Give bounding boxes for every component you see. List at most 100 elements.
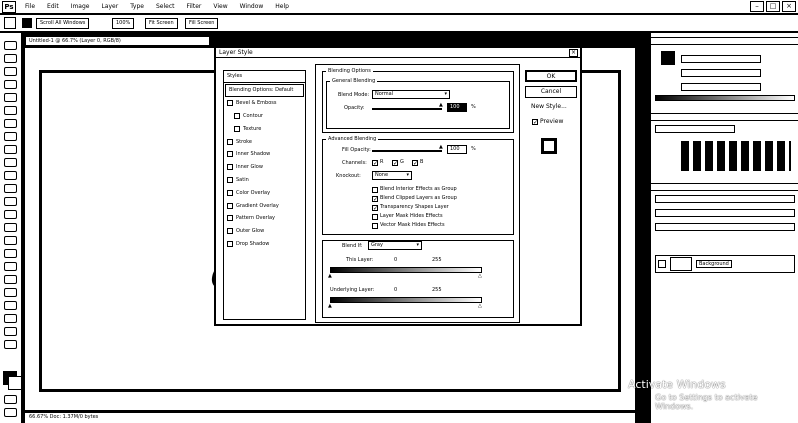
menu-edit[interactable]: Edit bbox=[41, 1, 65, 13]
fill-opacity-slider-thumb[interactable]: ▲ bbox=[439, 145, 443, 150]
layer-name[interactable]: Background bbox=[696, 260, 732, 268]
rotate-tool-icon[interactable] bbox=[4, 314, 17, 323]
style-checkbox[interactable] bbox=[227, 228, 233, 235]
healing-tool-icon[interactable] bbox=[4, 119, 17, 128]
underlying-white-slider[interactable]: △ bbox=[478, 304, 482, 309]
styles-header[interactable]: Styles bbox=[224, 71, 305, 83]
style-item-pattern-overlay[interactable]: Pattern Overlay bbox=[224, 212, 305, 225]
style-item-inner-shadow[interactable]: Inner Shadow bbox=[224, 148, 305, 161]
history-brush-tool-icon[interactable] bbox=[4, 158, 17, 167]
style-item-drop-shadow[interactable]: Drop Shadow bbox=[224, 238, 305, 251]
option-checkbox[interactable] bbox=[372, 222, 378, 229]
panel-tabs-layers[interactable] bbox=[651, 183, 798, 191]
maximize-button[interactable]: □ bbox=[766, 1, 780, 12]
color-ramp[interactable] bbox=[655, 95, 795, 101]
crop-tool-icon[interactable] bbox=[4, 93, 17, 102]
menu-filter[interactable]: Filter bbox=[181, 1, 208, 13]
opacity-slider-thumb[interactable]: ▲ bbox=[439, 103, 443, 108]
style-checkbox[interactable] bbox=[227, 164, 233, 171]
dodge-tool-icon[interactable] bbox=[4, 210, 17, 219]
stamp-tool-icon[interactable] bbox=[4, 145, 17, 154]
document-tab[interactable]: Untitled-1 @ 66.7% (Layer 0, RGB/8) bbox=[25, 36, 210, 46]
blend-if-select[interactable]: Gray ▾ bbox=[368, 241, 422, 250]
shape-tool-icon[interactable] bbox=[4, 262, 17, 271]
menu-layer[interactable]: Layer bbox=[95, 1, 124, 13]
layers-lock-row[interactable] bbox=[655, 223, 795, 231]
layers-blend-row[interactable] bbox=[655, 209, 795, 217]
adjustments-icons[interactable] bbox=[681, 141, 791, 171]
option-transparency-shapes-layer[interactable]: Transparency Shapes Layer bbox=[372, 204, 449, 211]
option-checkbox[interactable] bbox=[372, 195, 378, 202]
color-slider-g[interactable] bbox=[681, 69, 761, 77]
style-checkbox[interactable] bbox=[227, 138, 233, 145]
lasso-tool-icon[interactable] bbox=[4, 67, 17, 76]
menu-image[interactable]: Image bbox=[65, 1, 96, 13]
fill-opacity-slider[interactable] bbox=[372, 150, 442, 152]
panel-tabs-adjustments[interactable] bbox=[651, 113, 798, 121]
layer-row-background[interactable]: Background bbox=[655, 255, 795, 273]
zoom-tool-icon[interactable] bbox=[4, 288, 17, 297]
color-slider-b[interactable] bbox=[681, 83, 761, 91]
menu-file[interactable]: File bbox=[19, 1, 41, 13]
menu-view[interactable]: View bbox=[207, 1, 233, 13]
style-item-inner-glow[interactable]: Inner Glow bbox=[224, 161, 305, 174]
preview-checkbox-row[interactable]: Preview bbox=[532, 118, 563, 125]
menu-window[interactable]: Window bbox=[234, 1, 270, 13]
style-item-color-overlay[interactable]: Color Overlay bbox=[224, 186, 305, 199]
color-slider-r[interactable] bbox=[681, 55, 761, 63]
style-item-contour[interactable]: Contour bbox=[224, 110, 305, 123]
style-checkbox[interactable] bbox=[227, 215, 233, 222]
opacity-input[interactable]: 100 bbox=[447, 103, 467, 112]
extra-tool-icon[interactable] bbox=[4, 340, 17, 349]
3d-tool-icon[interactable] bbox=[4, 301, 17, 310]
marquee-tool-icon[interactable] bbox=[4, 54, 17, 63]
style-checkbox[interactable] bbox=[227, 189, 233, 196]
underlying-layer-gradient[interactable] bbox=[330, 297, 482, 303]
underlying-black-slider[interactable]: ▲ bbox=[328, 304, 332, 309]
panel-tabs-color[interactable] bbox=[651, 37, 798, 45]
style-checkbox[interactable] bbox=[227, 202, 233, 209]
channel-r-checkbox[interactable]: R bbox=[372, 159, 383, 166]
style-checkbox[interactable] bbox=[227, 176, 233, 183]
menu-select[interactable]: Select bbox=[150, 1, 181, 13]
style-checkbox[interactable] bbox=[227, 151, 233, 158]
style-item-bevel-emboss[interactable]: Bevel & Emboss bbox=[224, 97, 305, 110]
hand-tool-icon[interactable] bbox=[4, 275, 17, 284]
close-window-button[interactable]: × bbox=[782, 1, 796, 12]
background-color-swatch[interactable] bbox=[8, 376, 22, 390]
fill-screen-button[interactable]: Fill Screen bbox=[185, 18, 219, 29]
path-select-tool-icon[interactable] bbox=[4, 249, 17, 258]
extra-tool-icon[interactable] bbox=[4, 327, 17, 336]
zoom-100-button[interactable]: 100% bbox=[112, 18, 135, 29]
quick-mask-icon[interactable] bbox=[4, 395, 17, 404]
this-layer-gradient[interactable] bbox=[330, 267, 482, 273]
eye-icon[interactable] bbox=[658, 260, 666, 268]
this-layer-white-slider[interactable]: △ bbox=[478, 274, 482, 279]
style-item-texture[interactable]: Texture bbox=[224, 122, 305, 135]
fit-screen-button[interactable]: Fit Screen bbox=[145, 18, 178, 29]
type-tool-icon[interactable] bbox=[4, 236, 17, 245]
pen-tool-icon[interactable] bbox=[4, 223, 17, 232]
this-layer-black-slider[interactable]: ▲ bbox=[328, 274, 332, 279]
screen-mode-icon[interactable] bbox=[4, 408, 17, 417]
style-checkbox[interactable] bbox=[227, 100, 233, 107]
style-checkbox[interactable] bbox=[227, 240, 233, 247]
menu-help[interactable]: Help bbox=[269, 1, 295, 13]
new-style-button[interactable]: New Style... bbox=[525, 102, 577, 114]
channel-b-checkbox[interactable]: B bbox=[412, 159, 423, 166]
style-item-satin[interactable]: Satin bbox=[224, 174, 305, 187]
layers-filter-row[interactable] bbox=[655, 195, 795, 203]
style-checkbox[interactable] bbox=[234, 112, 240, 119]
eyedropper-tool-icon[interactable] bbox=[4, 106, 17, 115]
style-item-stroke[interactable]: Stroke bbox=[224, 135, 305, 148]
option-blend-interior-effects-as-group[interactable]: Blend Interior Effects as Group bbox=[372, 186, 457, 193]
scroll-all-checkbox[interactable] bbox=[22, 18, 32, 28]
style-item-outer-glow[interactable]: Outer Glow bbox=[224, 225, 305, 238]
gradient-tool-icon[interactable] bbox=[4, 184, 17, 193]
minimize-button[interactable]: – bbox=[750, 1, 764, 12]
style-item-blending-options-default[interactable]: Blending Options: Default bbox=[225, 84, 304, 97]
brush-tool-icon[interactable] bbox=[4, 132, 17, 141]
menu-type[interactable]: Type bbox=[124, 1, 150, 13]
option-checkbox[interactable] bbox=[372, 213, 378, 220]
knockout-select[interactable]: None ▾ bbox=[372, 171, 412, 180]
